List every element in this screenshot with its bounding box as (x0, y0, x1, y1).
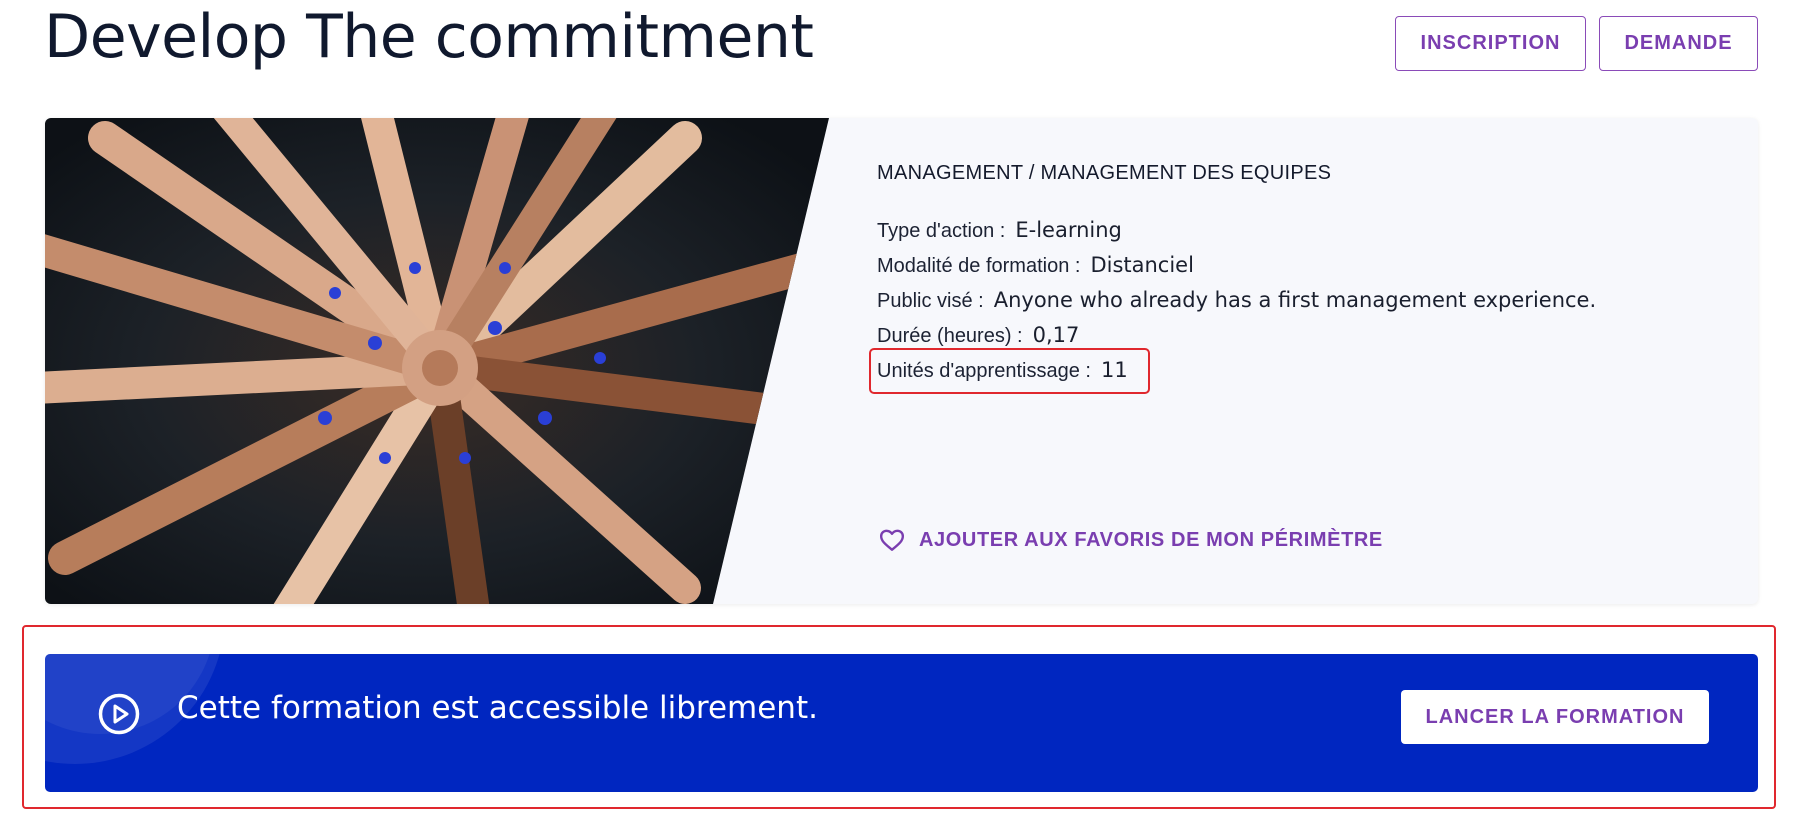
course-image (45, 118, 829, 604)
detail-label: Durée (heures) : (877, 325, 1023, 347)
detail-value: 0,17 (1032, 323, 1080, 347)
detail-unites: Unités d'apprentissage : 11 (877, 358, 1128, 383)
detail-type-action: Type d'action : E-learning (877, 218, 1122, 243)
banner-message: Cette formation est accessible librement… (177, 690, 818, 726)
detail-label: Modalité de formation : (877, 255, 1081, 277)
detail-value: 11 (1100, 358, 1128, 382)
course-card: MANAGEMENT / MANAGEMENT DES EQUIPES Type… (45, 118, 1758, 604)
add-favorite-button[interactable]: AJOUTER AUX FAVORIS DE MON PÉRIMÈTRE (879, 528, 1383, 552)
detail-label: Type d'action : (877, 220, 1006, 242)
add-favorite-label: AJOUTER AUX FAVORIS DE MON PÉRIMÈTRE (919, 528, 1383, 551)
launch-training-button[interactable]: LANCER LA FORMATION (1401, 690, 1709, 744)
page-title: Develop The commitment (44, 2, 814, 72)
detail-label: Unités d'apprentissage : (877, 360, 1091, 382)
demande-button[interactable]: DEMANDE (1599, 16, 1758, 71)
inscription-button[interactable]: INSCRIPTION (1395, 16, 1586, 71)
detail-label: Public visé : (877, 290, 984, 312)
detail-value: Distanciel (1090, 253, 1194, 277)
detail-duree: Durée (heures) : 0,17 (877, 323, 1079, 348)
detail-modalite: Modalité de formation : Distanciel (877, 253, 1194, 278)
detail-public-vise: Public visé : Anyone who already has a f… (877, 288, 1596, 313)
heart-icon (879, 529, 905, 551)
access-banner: Cette formation est accessible librement… (45, 654, 1758, 792)
detail-value: E-learning (1015, 218, 1122, 242)
detail-value: Anyone who already has a first managemen… (993, 288, 1597, 312)
play-circle-icon (98, 693, 140, 735)
course-category: MANAGEMENT / MANAGEMENT DES EQUIPES (877, 162, 1332, 184)
